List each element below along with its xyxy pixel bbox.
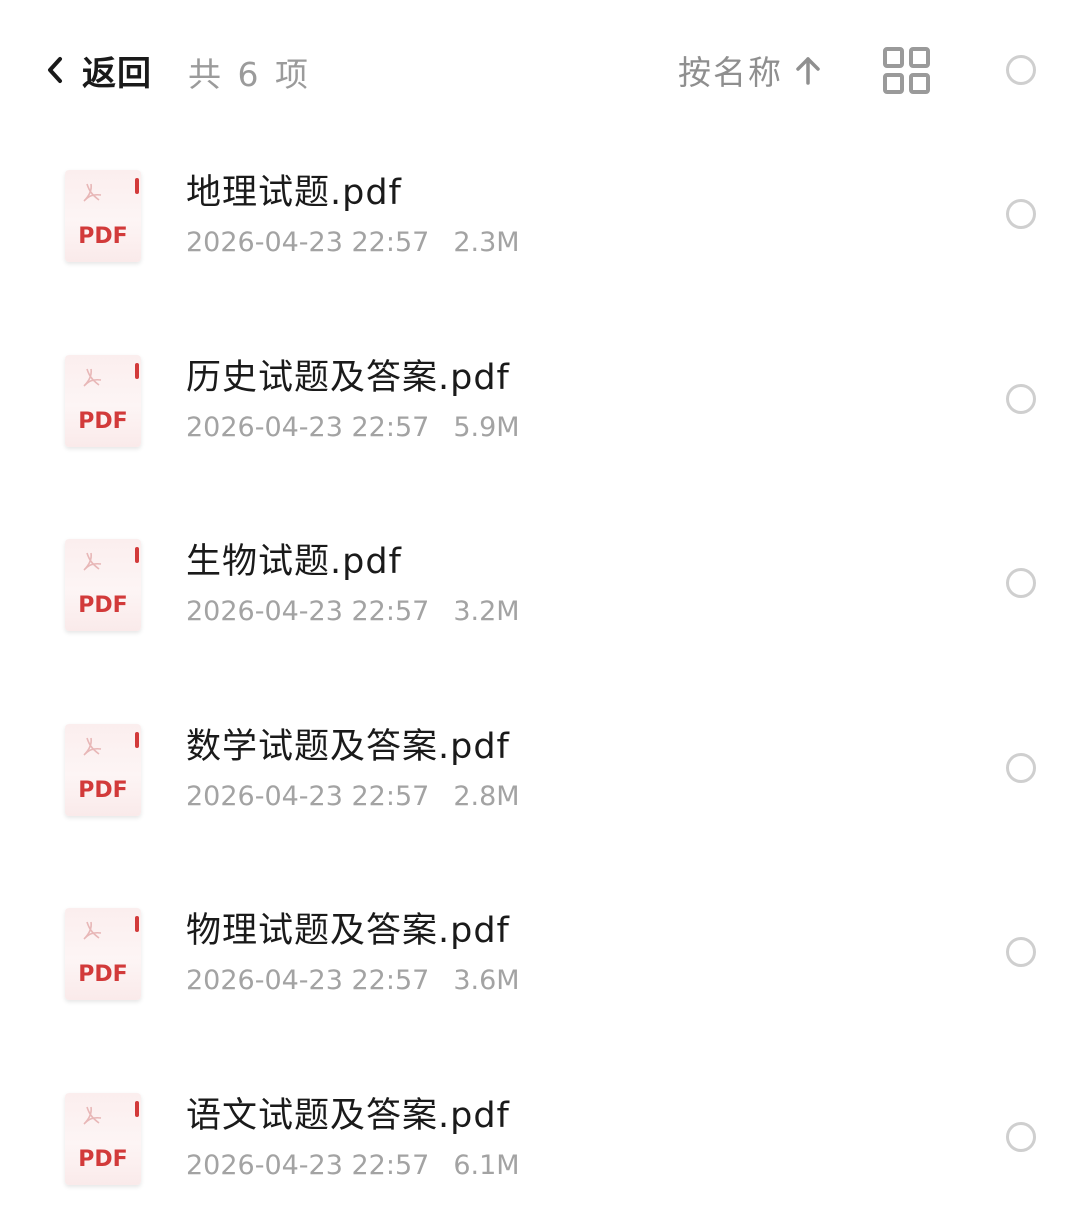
select-all-circle[interactable] [1006, 55, 1036, 85]
file-name: 历史试题及答案.pdf [186, 349, 510, 400]
back-button[interactable]: 返回 [40, 44, 152, 96]
file-size: 6.1M [453, 1150, 519, 1181]
chevron-left-icon [40, 50, 70, 90]
back-label: 返回 [82, 46, 152, 95]
file-date: 2026-04-23 22:57 [186, 781, 429, 812]
select-circle[interactable] [1006, 1122, 1036, 1152]
file-meta: 2026-04-23 22:57 2.8M [186, 781, 520, 812]
grid-view-icon[interactable] [882, 46, 932, 96]
file-name: 物理试题及答案.pdf [186, 902, 510, 953]
select-circle[interactable] [1006, 568, 1036, 598]
select-circle[interactable] [1006, 384, 1036, 414]
file-row[interactable]: PDF 物理试题及答案.pdf 2026-04-23 22:57 3.6M [0, 860, 1080, 1045]
file-size: 2.3M [453, 227, 519, 258]
sort-button[interactable]: 按名称 [678, 46, 823, 94]
file-meta: 2026-04-23 22:57 3.6M [186, 965, 520, 996]
file-row[interactable]: PDF 数学试题及答案.pdf 2026-04-23 22:57 2.8M [0, 676, 1080, 861]
pdf-file-icon: PDF [65, 908, 143, 1002]
file-meta: 2026-04-23 22:57 5.9M [186, 412, 520, 443]
file-size: 3.2M [453, 596, 519, 627]
arrow-up-icon [793, 52, 823, 88]
pdf-file-icon: PDF [65, 170, 143, 264]
file-meta: 2026-04-23 22:57 6.1M [186, 1150, 520, 1181]
file-name: 语文试题及答案.pdf [186, 1087, 510, 1138]
file-row[interactable]: PDF 地理试题.pdf 2026-04-23 22:57 2.3M [0, 122, 1080, 307]
pdf-file-icon: PDF [65, 355, 143, 449]
file-date: 2026-04-23 22:57 [186, 1150, 429, 1181]
select-circle[interactable] [1006, 199, 1036, 229]
file-date: 2026-04-23 22:57 [186, 596, 429, 627]
file-row[interactable]: PDF 历史试题及答案.pdf 2026-04-23 22:57 5.9M [0, 307, 1080, 492]
file-size: 2.8M [453, 781, 519, 812]
pdf-file-icon: PDF [65, 1093, 143, 1187]
file-name: 地理试题.pdf [186, 164, 402, 215]
file-name: 数学试题及答案.pdf [186, 718, 510, 769]
sort-label: 按名称 [678, 46, 783, 94]
file-list: PDF 地理试题.pdf 2026-04-23 22:57 2.3M PDF 历… [0, 122, 1080, 1229]
file-date: 2026-04-23 22:57 [186, 227, 429, 258]
file-size: 3.6M [453, 965, 519, 996]
file-date: 2026-04-23 22:57 [186, 965, 429, 996]
file-date: 2026-04-23 22:57 [186, 412, 429, 443]
select-circle[interactable] [1006, 937, 1036, 967]
top-bar: 返回 共 6 项 按名称 [0, 0, 1080, 140]
file-meta: 2026-04-23 22:57 2.3M [186, 227, 520, 258]
file-size: 5.9M [453, 412, 519, 443]
pdf-file-icon: PDF [65, 724, 143, 818]
file-meta: 2026-04-23 22:57 3.2M [186, 596, 520, 627]
pdf-file-icon: PDF [65, 539, 143, 633]
item-count: 共 6 项 [188, 48, 311, 96]
select-circle[interactable] [1006, 753, 1036, 783]
file-row[interactable]: PDF 生物试题.pdf 2026-04-23 22:57 3.2M [0, 491, 1080, 676]
file-name: 生物试题.pdf [186, 533, 402, 584]
file-row[interactable]: PDF 语文试题及答案.pdf 2026-04-23 22:57 6.1M [0, 1045, 1080, 1229]
